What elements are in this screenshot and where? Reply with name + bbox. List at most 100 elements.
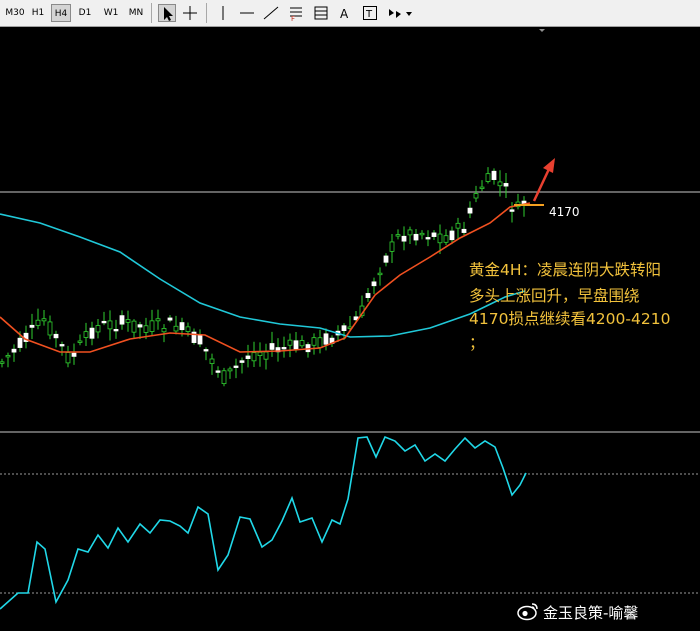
candle-body [509,209,515,212]
cursor-icon[interactable] [158,4,176,22]
candle-body [131,320,137,333]
candle-body [119,315,125,325]
toolbar-separator [151,3,152,23]
candle-body [209,358,215,364]
candle-body [11,348,17,353]
toolbar-separator [206,3,207,23]
candle-body [77,340,83,343]
candle-body [83,331,89,338]
annotation-line-3: 4170损点继续看4200-4210 [469,310,671,328]
candle-body [101,320,107,324]
candle-body [401,235,407,242]
candle-body [125,319,131,323]
candle-body [5,355,11,358]
candle-body [71,352,77,357]
annotation-line-1: 黄金4H：凌晨连阴大跌转阳 [469,261,662,279]
candle-body [311,337,317,346]
svg-text:F: F [291,15,295,22]
candle-body [371,281,377,287]
candle-body [203,349,209,352]
timeframe-d1-button[interactable]: D1 [75,4,95,22]
candle-body [365,293,371,298]
candle-body [29,324,35,328]
candle-body [227,368,233,372]
price-chart[interactable] [0,27,700,631]
candle-body [455,222,461,229]
timeframe-m30-button[interactable]: M30 [4,4,26,22]
fibonacci-icon[interactable]: F [287,4,305,23]
candle-body [59,344,65,347]
candle-body [485,173,491,182]
vertical-line-icon[interactable] [214,4,232,22]
candle-body [431,232,437,237]
candle-body [239,360,245,363]
watermark-text: 金玉良策-喻馨 [543,604,639,622]
channel-icon[interactable] [312,4,330,22]
candle-body [269,343,275,350]
candle-body [107,320,113,330]
candle-body [395,234,401,237]
candle-body [65,352,71,364]
weibo-logo-icon [517,603,538,621]
candle-body [17,337,23,348]
text-icon[interactable]: A [336,4,354,22]
candle-body [389,241,395,252]
dropdown-icon[interactable] [404,4,414,22]
candle-body [53,333,59,339]
candle-body [0,361,5,364]
timeframe-h4-button[interactable]: H4 [51,4,71,22]
trendline-icon[interactable] [262,4,280,22]
annotation-line-4: ； [469,334,485,352]
chart-toolbar: M30 H1 H4 D1 W1 MN F A T [0,0,700,27]
candle-body [185,326,191,332]
candle-body [287,339,293,346]
candle-body [449,230,455,241]
candle-body [413,233,419,241]
candle-body [479,186,485,189]
timeframe-h1-button[interactable]: H1 [28,4,48,22]
candle-body [443,235,449,243]
svg-text:A: A [340,7,349,21]
annotation-line-2: 多头上涨回升，早盘围绕 [469,287,640,305]
candle-body [179,322,185,331]
candle-body [161,328,167,333]
timeframe-w1-button[interactable]: W1 [100,4,122,22]
candle-body [113,329,119,332]
candle-body [467,207,473,214]
candle-body [473,193,479,199]
candle-body [437,233,443,244]
candle-body [497,181,503,187]
candle-body [293,340,299,350]
watermark: 金玉良策-喻馨 [517,602,639,623]
candle-body [47,321,53,336]
horizontal-line-icon[interactable] [238,4,256,22]
candle-body [317,337,323,348]
candle-body [323,333,329,345]
candle-body [41,318,47,322]
candle-body [491,170,497,180]
candle-body [419,232,425,236]
candle-body [281,347,287,350]
timeframe-mn-button[interactable]: MN [125,4,147,22]
candle-body [251,352,257,362]
candle-body [233,365,239,368]
candle-body [461,228,467,233]
svg-text:T: T [365,9,373,20]
text-label-icon[interactable]: T [361,4,379,22]
candle-body [383,255,389,263]
candle-body [143,325,149,333]
candle-body [167,317,173,321]
candle-body [257,351,263,356]
candle-body [299,340,305,347]
candle-body [137,324,143,328]
candle-body [95,325,101,333]
candle-body [407,229,413,236]
candle-body [89,327,95,339]
crosshair-icon[interactable] [181,4,199,22]
candle-body [341,325,347,332]
arrows-icon[interactable] [386,4,404,22]
candle-body [221,370,227,385]
candle-body [173,325,179,332]
candle-body [245,355,251,359]
candle-body [503,183,509,187]
